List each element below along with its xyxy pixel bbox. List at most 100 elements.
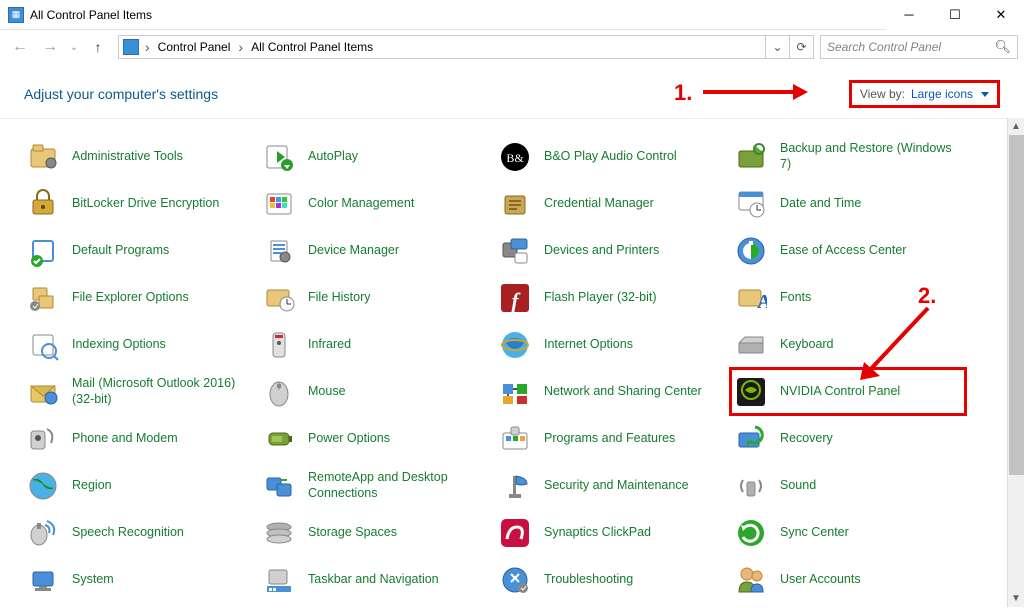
cp-item-recovery[interactable]: Recovery (730, 415, 966, 462)
address-bar[interactable]: Control Panel All Control Panel Items ⌄ … (118, 35, 814, 59)
cp-item-indexing-options[interactable]: Indexing Options (22, 321, 258, 368)
item-label[interactable]: BitLocker Drive Encryption (72, 196, 219, 212)
item-label[interactable]: Mouse (308, 384, 346, 400)
item-label[interactable]: Network and Sharing Center (544, 384, 702, 400)
item-label[interactable]: Troubleshooting (544, 572, 633, 588)
cp-item-synaptics-clickpad[interactable]: Synaptics ClickPad (494, 509, 730, 556)
item-label[interactable]: File Explorer Options (72, 290, 189, 306)
item-label[interactable]: Taskbar and Navigation (308, 572, 439, 588)
view-by-value[interactable]: Large icons (911, 87, 973, 101)
item-label[interactable]: Infrared (308, 337, 351, 353)
cp-item-region[interactable]: Region (22, 462, 258, 509)
maximize-button[interactable]: ☐ (932, 0, 978, 30)
item-label[interactable]: Administrative Tools (72, 149, 183, 165)
cp-item-date-and-time[interactable]: Date and Time (730, 180, 966, 227)
back-button[interactable]: ← (6, 34, 34, 60)
cp-item-remoteapp-and-desktop-connections[interactable]: RemoteApp and Desktop Connections (258, 462, 494, 509)
item-label[interactable]: System (72, 572, 114, 588)
cp-item-backup-and-restore-windows-7[interactable]: Backup and Restore (Windows 7) (730, 133, 966, 180)
item-label[interactable]: Keyboard (780, 337, 834, 353)
cp-item-mail-microsoft-outlook-2016-32-bit[interactable]: Mail (Microsoft Outlook 2016) (32-bit) (22, 368, 258, 415)
item-label[interactable]: NVIDIA Control Panel (780, 384, 900, 400)
cp-item-system[interactable]: System (22, 556, 258, 603)
cp-item-flash-player-32-bit[interactable]: fFlash Player (32-bit) (494, 274, 730, 321)
cp-item-bitlocker-drive-encryption[interactable]: BitLocker Drive Encryption (22, 180, 258, 227)
item-label[interactable]: User Accounts (780, 572, 861, 588)
search-box[interactable]: 🔍︎ (820, 35, 1018, 59)
cp-item-mouse[interactable]: Mouse (258, 368, 494, 415)
item-label[interactable]: Backup and Restore (Windows 7) (780, 141, 962, 172)
scroll-thumb[interactable] (1009, 135, 1024, 475)
breadcrumb-root[interactable]: Control Panel (156, 40, 233, 54)
scroll-up-arrow[interactable]: ▲ (1008, 118, 1024, 135)
cp-item-internet-options[interactable]: Internet Options (494, 321, 730, 368)
item-label[interactable]: B&O Play Audio Control (544, 149, 677, 165)
item-label[interactable]: Region (72, 478, 112, 494)
item-label[interactable]: Flash Player (32-bit) (544, 290, 657, 306)
item-label[interactable]: File History (308, 290, 371, 306)
cp-item-sound[interactable]: Sound (730, 462, 966, 509)
item-label[interactable]: Device Manager (308, 243, 399, 259)
item-label[interactable]: Date and Time (780, 196, 861, 212)
item-label[interactable]: Security and Maintenance (544, 478, 689, 494)
cp-item-file-history[interactable]: File History (258, 274, 494, 321)
item-label[interactable]: Ease of Access Center (780, 243, 906, 259)
cp-item-speech-recognition[interactable]: Speech Recognition (22, 509, 258, 556)
cp-item-user-accounts[interactable]: User Accounts (730, 556, 966, 603)
item-label[interactable]: Credential Manager (544, 196, 654, 212)
recent-dropdown[interactable]: ⌄ (66, 34, 82, 60)
cp-item-fonts[interactable]: AFonts (730, 274, 966, 321)
cp-item-autoplay[interactable]: AutoPlay (258, 133, 494, 180)
cp-item-sync-center[interactable]: Sync Center (730, 509, 966, 556)
cp-item-device-manager[interactable]: Device Manager (258, 227, 494, 274)
close-button[interactable]: ✕ (978, 0, 1024, 30)
address-dropdown[interactable]: ⌄ (765, 36, 789, 58)
item-label[interactable]: RemoteApp and Desktop Connections (308, 470, 490, 501)
refresh-button[interactable]: ⟳ (789, 36, 813, 58)
cp-item-infrared[interactable]: Infrared (258, 321, 494, 368)
cp-item-network-and-sharing-center[interactable]: Network and Sharing Center (494, 368, 730, 415)
cp-item-b-o-play-audio-control[interactable]: B&B&O Play Audio Control (494, 133, 730, 180)
item-label[interactable]: Mail (Microsoft Outlook 2016) (32-bit) (72, 376, 254, 407)
cp-item-color-management[interactable]: Color Management (258, 180, 494, 227)
cp-item-taskbar-and-navigation[interactable]: Taskbar and Navigation (258, 556, 494, 603)
item-label[interactable]: Sync Center (780, 525, 849, 541)
item-label[interactable]: Recovery (780, 431, 833, 447)
cp-item-security-and-maintenance[interactable]: Security and Maintenance (494, 462, 730, 509)
cp-item-power-options[interactable]: Power Options (258, 415, 494, 462)
cp-item-administrative-tools[interactable]: Administrative Tools (22, 133, 258, 180)
item-label[interactable]: Devices and Printers (544, 243, 659, 259)
search-input[interactable] (827, 40, 1011, 54)
up-button[interactable]: ↑ (86, 34, 110, 60)
item-label[interactable]: Storage Spaces (308, 525, 397, 541)
scroll-down-arrow[interactable]: ▼ (1008, 590, 1024, 607)
vertical-scrollbar[interactable]: ▲ ▼ (1007, 118, 1024, 607)
item-label[interactable]: Internet Options (544, 337, 633, 353)
cp-item-ease-of-access-center[interactable]: Ease of Access Center (730, 227, 966, 274)
cp-item-programs-and-features[interactable]: Programs and Features (494, 415, 730, 462)
item-label[interactable]: Indexing Options (72, 337, 166, 353)
cp-item-credential-manager[interactable]: Credential Manager (494, 180, 730, 227)
forward-button[interactable]: → (36, 34, 64, 60)
item-label[interactable]: Fonts (780, 290, 811, 306)
item-label[interactable]: Speech Recognition (72, 525, 184, 541)
cp-item-troubleshooting[interactable]: Troubleshooting (494, 556, 730, 603)
cp-item-file-explorer-options[interactable]: File Explorer Options (22, 274, 258, 321)
item-label[interactable]: Color Management (308, 196, 414, 212)
breadcrumb-current[interactable]: All Control Panel Items (249, 40, 375, 54)
item-label[interactable]: Phone and Modem (72, 431, 178, 447)
cp-item-phone-and-modem[interactable]: Phone and Modem (22, 415, 258, 462)
item-label[interactable]: Sound (780, 478, 816, 494)
cp-item-storage-spaces[interactable]: Storage Spaces (258, 509, 494, 556)
item-label[interactable]: Programs and Features (544, 431, 675, 447)
minimize-button[interactable]: ─ (886, 0, 932, 30)
view-by-selector[interactable]: View by: Large icons (849, 80, 1000, 108)
cp-item-nvidia-control-panel[interactable]: NVIDIA Control Panel (730, 368, 966, 415)
cp-item-devices-and-printers[interactable]: Devices and Printers (494, 227, 730, 274)
cp-item-keyboard[interactable]: Keyboard (730, 321, 966, 368)
item-label[interactable]: Synaptics ClickPad (544, 525, 651, 541)
cp-item-default-programs[interactable]: Default Programs (22, 227, 258, 274)
item-label[interactable]: Default Programs (72, 243, 169, 259)
item-label[interactable]: Power Options (308, 431, 390, 447)
item-label[interactable]: AutoPlay (308, 149, 358, 165)
